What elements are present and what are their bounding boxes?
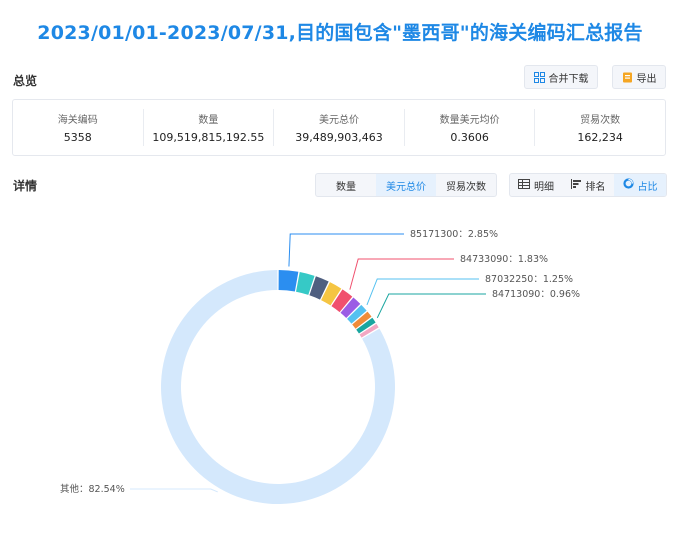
leader-line	[349, 258, 454, 290]
donut-slice[interactable]	[161, 270, 395, 505]
summary-label: 贸易次数	[580, 115, 621, 126]
leader-line	[288, 233, 404, 267]
report-title: 2023/01/01-2023/07/31,目的国包含"墨西哥"的海关编码汇总报…	[37, 22, 643, 44]
summary-usd-total: 美元总价 39,489,903,463	[274, 109, 405, 146]
bar-rank-icon	[570, 178, 582, 192]
overview-label: 总览	[13, 74, 38, 88]
summary-hs-code: 海关编码 5358	[13, 109, 144, 146]
tab-detail[interactable]: 明细	[510, 174, 562, 196]
summary-value: 5358	[63, 131, 92, 144]
summary-avg-price: 数量美元均价 0.3606	[405, 109, 536, 146]
tab-quantity[interactable]: 数量	[316, 174, 376, 196]
table-icon	[518, 178, 530, 192]
tab-share[interactable]: 占比	[614, 174, 666, 196]
leader-line	[366, 278, 479, 306]
metric-tabs: 数量 美元总价 贸易次数	[315, 173, 497, 197]
slice-label: 85171300：2.85%	[410, 229, 498, 240]
donut-slices	[161, 270, 395, 505]
slice-label: 84733090：1.83%	[460, 254, 548, 265]
export-icon	[622, 72, 633, 83]
summary-value: 0.3606	[450, 131, 489, 144]
slice-label: 84713090：0.96%	[492, 289, 580, 300]
merge-download-label: 合并下载	[548, 73, 589, 85]
export-button[interactable]: 导出	[612, 65, 666, 89]
detail-label: 详情	[13, 179, 38, 193]
export-label: 导出	[636, 73, 657, 85]
donut-slice[interactable]	[278, 270, 299, 292]
tab-detail-label: 明细	[534, 181, 554, 193]
summary-value: 39,489,903,463	[295, 131, 383, 144]
summary-label: 海关编码	[57, 115, 98, 126]
leader-line	[376, 293, 486, 319]
slice-label: 87032250：1.25%	[485, 274, 573, 285]
summary-panel: 海关编码 5358 数量 109,519,815,192.55 美元总价 39,…	[12, 99, 666, 156]
tab-rank[interactable]: 排名	[562, 174, 614, 196]
pie-icon	[622, 178, 634, 192]
tab-rank-label: 排名	[585, 181, 606, 193]
summary-label: 数量	[198, 115, 219, 126]
merge-download-icon	[533, 71, 545, 83]
tab-share-label: 占比	[637, 181, 658, 193]
summary-quantity: 数量 109,519,815,192.55	[144, 109, 275, 146]
tab-trade-count[interactable]: 贸易次数	[436, 174, 496, 196]
slice-label: 其他：82.54%	[60, 483, 125, 495]
summary-value: 162,234	[577, 131, 623, 144]
summary-trade-count: 贸易次数 162,234	[535, 109, 665, 146]
donut-labels: 85171300：2.85% 84733090：1.83% 87032250：1.2…	[60, 229, 580, 495]
share-donut-chart: 85171300：2.85% 84733090：1.83% 87032250：1.2…	[60, 229, 580, 505]
tab-usd-total[interactable]: 美元总价	[376, 174, 436, 196]
view-tabs: 明细 排名 占比	[509, 173, 667, 197]
summary-label: 数量美元均价	[439, 115, 500, 126]
summary-value: 109,519,815,192.55	[152, 131, 265, 144]
leader-line	[130, 488, 218, 493]
summary-label: 美元总价	[318, 115, 359, 126]
merge-download-button[interactable]: 合并下载	[524, 65, 598, 89]
